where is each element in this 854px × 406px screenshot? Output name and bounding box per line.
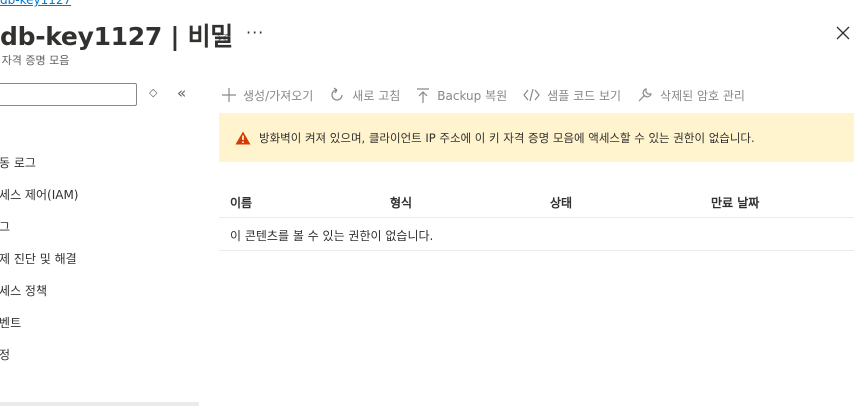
sidebar-item-diagnose[interactable]: 문제 진단 및 해결 [0,243,200,275]
sidebar-item-overview[interactable]: 개요 [0,115,200,147]
manage-deleted-label: 삭제된 암호 관리 [660,88,745,103]
breadcrumb[interactable]: db-key1127 [0,0,71,7]
sidebar-item-iam[interactable]: 액세스 제어(IAM) [0,179,200,211]
sidebar-nav: 개요 활동 로그 액세스 제어(IAM) 태그 문제 진단 및 해결 액세스 정… [0,115,200,403]
empty-message: 이 콘텐츠를 볼 수 있는 권한이 없습니다. [230,229,434,243]
wrench-icon [637,87,653,103]
sidebar-search-input[interactable] [0,83,137,106]
refresh-icon [329,87,345,103]
sidebar-item-label: 활동 로그 [0,156,36,170]
sidebar-item-label: 태그 [0,220,11,234]
firewall-warning-banner: 방화벽이 켜져 있으며, 클라이언트 IP 주소에 이 키 자격 증명 모음에 … [219,113,854,162]
table-header: 이름 형식 상태 만료 날짜 [219,186,854,218]
more-icon[interactable]: ··· [246,23,264,42]
view-sample-code-button[interactable]: 샘플 코드 보기 [523,87,621,104]
expand-icon[interactable]: ◇ [149,86,157,99]
collapse-sidebar-icon[interactable]: « [177,84,186,102]
warning-icon [235,131,251,145]
column-header-name[interactable]: 이름 [230,194,252,211]
close-icon[interactable] [836,26,850,40]
column-header-status[interactable]: 상태 [550,194,572,211]
sidebar-item-settings[interactable]: 설정 [0,339,200,371]
star-icon[interactable]: ☆ [215,26,229,45]
command-bar: 생성/가져오기 새로 고침 Backup 복원 샘플 코드 보기 삭제된 암호 … [222,84,761,106]
generate-import-label: 생성/가져오기 [243,88,314,103]
table-row: 이 콘텐츠를 볼 수 있는 권한이 없습니다. [219,219,854,251]
sidebar-item-tags[interactable]: 태그 [0,211,200,243]
sidebar-item-label: 설정 [0,348,11,362]
code-icon [523,89,540,101]
sidebar-item-secrets-selected[interactable] [0,402,199,406]
sidebar-item-activity-log[interactable]: 활동 로그 [0,147,200,179]
upload-icon [416,87,430,103]
refresh-button[interactable]: 새로 고침 [329,87,400,104]
backup-restore-label: Backup 복원 [437,88,508,103]
generate-import-button[interactable]: 생성/가져오기 [222,87,313,104]
sidebar-item-label: 액세스 제어(IAM) [0,188,79,202]
column-header-expiration[interactable]: 만료 날짜 [711,194,759,211]
page-title: db-key1127 | 비밀 [0,22,233,51]
sidebar-item-label: 액세스 정책 [0,284,48,298]
sidebar-item-access-policies[interactable]: 액세스 정책 [0,275,200,307]
column-header-type[interactable]: 형식 [390,194,412,211]
warning-text: 방화벽이 켜져 있으며, 클라이언트 IP 주소에 이 키 자격 증명 모음에 … [259,130,755,145]
plus-icon [222,88,236,102]
refresh-label: 새로 고침 [352,88,401,103]
page-subtitle: 키 자격 증명 모음 [0,54,70,67]
manage-deleted-secrets-button[interactable]: 삭제된 암호 관리 [637,87,745,104]
view-sample-code-label: 샘플 코드 보기 [547,88,622,103]
sidebar-item-keys[interactable]: 키 [0,371,200,403]
sidebar-item-events[interactable]: 이벤트 [0,307,200,339]
backup-restore-button[interactable]: Backup 복원 [416,87,507,104]
sidebar-item-label: 이벤트 [0,316,22,330]
sidebar-item-label: 문제 진단 및 해결 [0,252,77,266]
